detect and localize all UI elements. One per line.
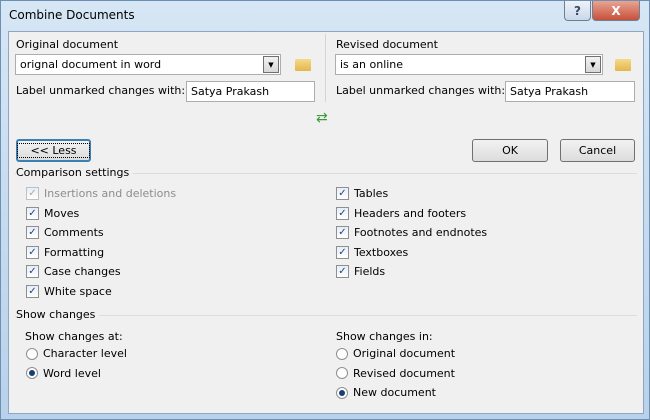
radio-word-level[interactable]: Word level xyxy=(26,367,101,380)
checkmark-icon[interactable]: ✓ xyxy=(336,226,349,240)
radio-character-level[interactable]: Character level xyxy=(26,347,127,360)
revised-label-changes: Label unmarked changes with: xyxy=(336,84,506,97)
revised-document-label: Revised document xyxy=(336,38,438,51)
checkbox-footnotes-and-endnotes[interactable]: ✓ Footnotes and endnotes xyxy=(336,226,488,240)
original-document-combo[interactable]: orignal document in word ▼ xyxy=(15,54,281,75)
chevron-down-icon[interactable]: ▼ xyxy=(263,56,279,73)
checkbox-tables[interactable]: ✓ Tables xyxy=(336,187,388,200)
checkmark-icon[interactable]: ✓ xyxy=(336,206,349,220)
swap-documents-icon[interactable]: ⇄ xyxy=(316,111,328,125)
checkmark-icon[interactable]: ✓ xyxy=(26,265,39,279)
checkmark-icon[interactable]: ✓ xyxy=(26,285,39,298)
radio-indicator[interactable] xyxy=(336,367,348,380)
show-changes-in-label: Show changes in: xyxy=(336,330,433,343)
show-changes-at-label: Show changes at: xyxy=(25,330,123,343)
checkbox-label: Tables xyxy=(354,187,389,200)
combine-documents-dialog: Combine Documents ? X Original document … xyxy=(0,0,650,420)
radio-label: Revised document xyxy=(353,366,455,380)
checkbox-headers-and-footers[interactable]: ✓ Headers and footers xyxy=(336,206,467,220)
checkbox-formatting[interactable]: ✓ Formatting xyxy=(26,245,105,259)
checkbox-case-changes[interactable]: ✓ Case changes xyxy=(26,265,121,279)
divider xyxy=(325,34,326,102)
checkbox-label: Footnotes and endnotes xyxy=(354,226,488,240)
checkbox-label: White space xyxy=(44,285,112,298)
help-button[interactable]: ? xyxy=(564,1,591,21)
checkbox-label: Fields xyxy=(354,265,386,279)
checkbox-textboxes[interactable]: ✓ Textboxes xyxy=(336,245,409,259)
folder-icon[interactable] xyxy=(615,59,631,71)
checkmark-icon[interactable]: ✓ xyxy=(336,265,349,279)
radio-label: Word level xyxy=(43,366,101,380)
checkmark-icon[interactable]: ✓ xyxy=(336,187,349,200)
checkbox-insertions-and-deletions: ✓ Insertions and deletions xyxy=(26,187,176,200)
checkbox-fields[interactable]: ✓ Fields xyxy=(336,265,386,279)
revised-label-input[interactable]: Satya Prakash xyxy=(505,81,635,102)
radio-new-document[interactable]: New document xyxy=(336,386,436,399)
radio-revised-document[interactable]: Revised document xyxy=(336,367,455,380)
checkbox-label: Moves xyxy=(44,206,80,220)
original-label-input[interactable]: Satya Prakash xyxy=(186,81,315,102)
checkbox-label: Comments xyxy=(44,226,104,240)
close-button[interactable]: X xyxy=(592,1,640,21)
radio-label: Character level xyxy=(43,347,127,360)
comparison-settings-heading: Comparison settings xyxy=(16,166,134,179)
original-document-value: orignal document in word xyxy=(20,58,162,71)
cancel-button[interactable]: Cancel xyxy=(560,139,635,162)
radio-indicator[interactable] xyxy=(26,347,38,360)
folder-icon[interactable] xyxy=(295,59,311,71)
checkbox-label: Formatting xyxy=(44,245,105,259)
checkbox-label: Textboxes xyxy=(354,245,409,259)
radio-label: New document xyxy=(353,386,436,400)
chevron-down-icon[interactable]: ▼ xyxy=(585,56,601,73)
checkbox-label: Headers and footers xyxy=(354,206,467,220)
revised-document-value: is an online xyxy=(340,58,404,71)
less-button-label: << Less xyxy=(17,143,90,158)
dialog-title: Combine Documents xyxy=(9,8,135,22)
checkbox-comments[interactable]: ✓ Comments xyxy=(26,226,104,240)
original-document-label: Original document xyxy=(16,38,119,51)
checkmark-icon[interactable]: ✓ xyxy=(26,226,39,240)
radio-original-document[interactable]: Original document xyxy=(336,347,455,360)
less-button[interactable]: << Less xyxy=(16,139,91,162)
divider xyxy=(15,315,637,316)
checkbox-label: Case changes xyxy=(44,265,121,279)
ok-button[interactable]: OK xyxy=(472,139,548,162)
radio-indicator[interactable] xyxy=(26,367,38,380)
checkmark-icon[interactable]: ✓ xyxy=(336,245,349,259)
checkbox-white-space[interactable]: ✓ White space xyxy=(26,285,112,298)
checkmark-icon: ✓ xyxy=(26,187,39,200)
radio-label: Original document xyxy=(353,347,456,360)
radio-indicator[interactable] xyxy=(336,386,348,399)
original-label-changes: Label unmarked changes with: xyxy=(16,84,186,97)
dialog-body: Original document orignal document in wo… xyxy=(8,31,644,414)
radio-indicator[interactable] xyxy=(336,347,348,360)
checkbox-label: Insertions and deletions xyxy=(44,187,177,200)
checkmark-icon[interactable]: ✓ xyxy=(26,245,39,259)
checkbox-moves[interactable]: ✓ Moves xyxy=(26,206,80,220)
show-changes-heading: Show changes xyxy=(16,308,100,321)
checkmark-icon[interactable]: ✓ xyxy=(26,206,39,220)
revised-document-combo[interactable]: is an online ▼ xyxy=(335,54,603,75)
